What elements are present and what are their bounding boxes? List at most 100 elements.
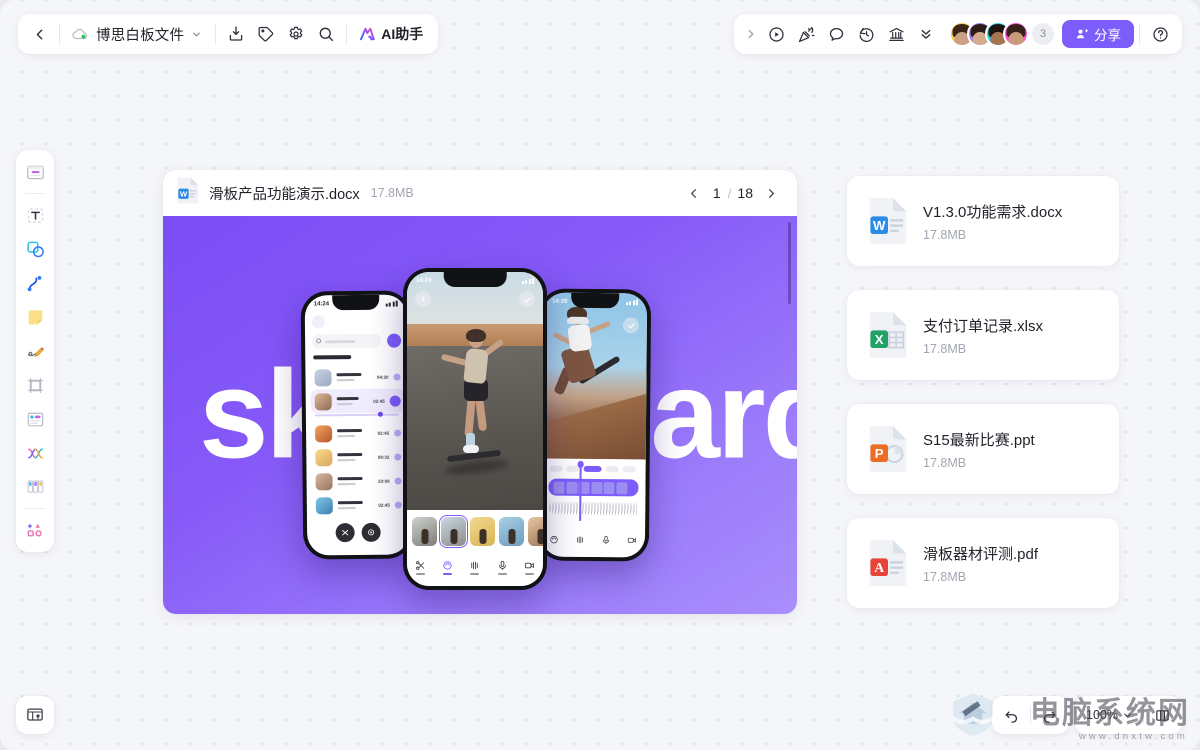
- file-card-excel[interactable]: X 支付订单记录.xlsx 17.8MB: [847, 290, 1119, 380]
- svg-text:A: A: [874, 560, 884, 575]
- svg-text:W: W: [873, 218, 886, 233]
- tool-card[interactable]: [20, 403, 50, 435]
- undo-button[interactable]: [997, 701, 1026, 729]
- tool-frame-board[interactable]: [20, 156, 50, 188]
- divider: [215, 24, 217, 44]
- more-button[interactable]: [911, 19, 941, 49]
- divider: [346, 24, 348, 44]
- settings-button[interactable]: [281, 19, 311, 49]
- cloud-sync-icon: [71, 25, 89, 43]
- slides-panel-button[interactable]: [16, 696, 54, 734]
- tool-more-assets[interactable]: [20, 514, 50, 546]
- pencil-draw-icon: [27, 346, 44, 357]
- avatar-overflow-count[interactable]: 3: [1032, 23, 1054, 45]
- next-page-button[interactable]: [759, 181, 783, 205]
- tool-text[interactable]: [20, 199, 50, 231]
- document-name-button[interactable]: 博思白板文件: [65, 19, 210, 49]
- collaborator-avatars[interactable]: 3: [949, 21, 1054, 47]
- zoom-level-label: 100%: [1086, 708, 1118, 722]
- file-name: 支付订单记录.xlsx: [923, 317, 1044, 335]
- divider: [1143, 706, 1144, 724]
- file-name: S15最新比赛.ppt: [923, 431, 1035, 449]
- attached-files-list: W V1.3.0功能需求.docx 17.8MB X 支付订单记录.xlsx 1…: [847, 176, 1119, 608]
- ai-sparkle-icon: [360, 27, 375, 41]
- divider: [1139, 24, 1140, 44]
- chevron-left-icon: [36, 29, 42, 39]
- file-card-ppt[interactable]: P S15最新比赛.ppt 17.8MB: [847, 404, 1119, 494]
- mindmap-icon: [27, 448, 43, 458]
- play-circle-icon: [768, 26, 784, 42]
- gear-icon: [289, 26, 303, 40]
- word-file-icon: W: [867, 197, 909, 245]
- document-preview-card[interactable]: W 滑板产品功能演示.docx 17.8MB 1 / 18 14:24 04:2…: [163, 170, 797, 614]
- ai-assistant-button[interactable]: AI助手: [352, 19, 433, 49]
- shapes-icon: [26, 241, 44, 257]
- history-clock-icon: [859, 27, 873, 42]
- svg-text:W: W: [180, 189, 188, 198]
- double-chevron-down-icon: [921, 29, 931, 39]
- pdf-file-icon: A: [867, 539, 909, 587]
- file-card-word[interactable]: W V1.3.0功能需求.docx 17.8MB: [847, 176, 1119, 266]
- divider: [59, 24, 60, 44]
- left-tool-rail: [16, 150, 54, 552]
- svg-text:X: X: [875, 332, 884, 347]
- crop-frame-icon: [27, 377, 43, 393]
- zoom-level-button[interactable]: 100%: [1080, 701, 1139, 729]
- excel-file-icon: X: [867, 311, 909, 359]
- tool-frame[interactable]: [20, 369, 50, 401]
- text-t-icon: [27, 207, 43, 223]
- avatar-4[interactable]: [1003, 21, 1029, 47]
- collapse-toolbar-button[interactable]: [741, 19, 761, 49]
- search-icon: [319, 27, 334, 42]
- chevron-right-icon: [748, 29, 754, 39]
- help-circle-icon: [1152, 26, 1168, 42]
- celebrate-button[interactable]: [791, 19, 821, 49]
- document-slide-preview[interactable]: skateboard 14:24 04:20 02:45 0: [163, 216, 797, 614]
- tool-mindmap[interactable]: [20, 437, 50, 469]
- comment-button[interactable]: [821, 19, 851, 49]
- back-button[interactable]: [24, 19, 54, 49]
- divider: [1030, 706, 1032, 724]
- tool-kanban[interactable]: [20, 471, 50, 503]
- watermark-shield-icon: [953, 693, 993, 736]
- board-frame-icon: [26, 165, 44, 179]
- tool-shape[interactable]: [20, 233, 50, 265]
- chevron-right-icon: [768, 188, 774, 198]
- tool-connector[interactable]: [20, 267, 50, 299]
- presentation-screen-icon: [27, 708, 43, 721]
- present-button[interactable]: [761, 19, 791, 49]
- share-label: 分享: [1094, 28, 1121, 43]
- document-pager: 1 / 18: [682, 181, 783, 205]
- prev-page-button[interactable]: [682, 181, 706, 205]
- curve-connector-icon: [27, 275, 41, 291]
- divider: [25, 508, 45, 509]
- history-button[interactable]: [851, 19, 881, 49]
- tool-pen[interactable]: [20, 335, 50, 367]
- file-size: 17.8MB: [923, 341, 967, 356]
- file-card-pdf[interactable]: A 滑板器材评测.pdf 17.8MB: [847, 518, 1119, 608]
- preview-scrollbar[interactable]: [787, 222, 791, 304]
- kanban-columns-icon: [27, 479, 43, 493]
- user-plus-icon: [1076, 29, 1089, 39]
- phone-mockup-right: 14:20: [536, 288, 652, 562]
- search-button[interactable]: [311, 19, 341, 49]
- redo-button[interactable]: [1035, 701, 1064, 729]
- current-page: 1: [712, 185, 721, 201]
- undo-arrow-icon: [1005, 710, 1018, 723]
- top-left-toolbar: 博思白板文件 AI助手: [18, 14, 439, 54]
- bottom-right-toolbar: 100%: [992, 696, 1182, 734]
- ppt-file-icon: P: [867, 425, 909, 473]
- file-size: 17.8MB: [923, 569, 967, 584]
- tool-sticky-note[interactable]: [20, 301, 50, 333]
- phone-mockup-left: 14:24 04:20 02:45 02:45 08:32 23:09 02:4…: [300, 290, 414, 560]
- template-button[interactable]: [881, 19, 911, 49]
- tag-button[interactable]: [251, 19, 281, 49]
- whiteboard-canvas[interactable]: 博思白板文件 AI助手 3 分享 W 滑板产品功能演示.docx 17.8MB …: [0, 0, 1200, 750]
- fit-layout-button[interactable]: [1148, 701, 1177, 729]
- page-separator: /: [727, 185, 732, 201]
- help-button[interactable]: [1145, 19, 1175, 49]
- share-button[interactable]: 分享: [1062, 20, 1134, 48]
- export-button[interactable]: [221, 19, 251, 49]
- document-card-header: W 滑板产品功能演示.docx 17.8MB 1 / 18: [163, 170, 797, 216]
- svg-text:P: P: [875, 446, 884, 461]
